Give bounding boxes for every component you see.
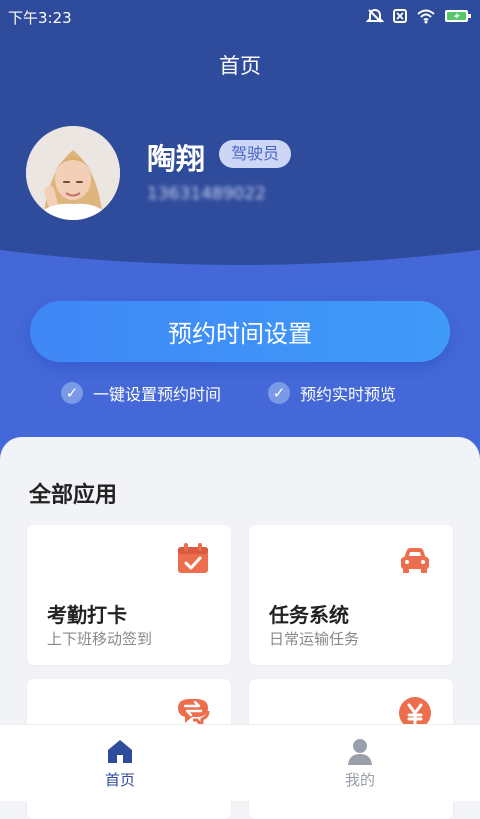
feature-real-time-preview: ✓ 预约实时预览 bbox=[268, 381, 396, 405]
feature-real-time-preview-label: 预约实时预览 bbox=[300, 385, 397, 404]
task-system-card[interactable]: 任务系统 日常运输任务 bbox=[249, 525, 453, 665]
car-icon bbox=[401, 548, 429, 573]
profile-name: 陶翔 bbox=[147, 142, 206, 176]
calendar-check-icon bbox=[178, 543, 208, 573]
check-icon: ✓ bbox=[268, 382, 290, 404]
phone-number: 13631489022 bbox=[147, 184, 266, 204]
nav-home-label: 首页 bbox=[104, 771, 135, 789]
person-icon bbox=[348, 739, 372, 765]
check-icon: ✓ bbox=[61, 382, 83, 404]
bottom-navigation: 首页 我的 bbox=[0, 724, 480, 801]
role-badge: 驾驶员 bbox=[219, 140, 292, 168]
task-system-card-subtitle: 日常运输任务 bbox=[269, 630, 360, 648]
profile-photo bbox=[26, 126, 120, 220]
battery-icon bbox=[445, 10, 471, 22]
attendance-card[interactable]: 考勤打卡 上下班移动签到 bbox=[27, 525, 231, 665]
home-icon bbox=[108, 740, 132, 763]
nav-home[interactable]: 首页 bbox=[0, 725, 240, 801]
feature-one-click-setting: ✓ 一键设置预约时间 bbox=[61, 381, 221, 405]
attendance-card-title: 考勤打卡 bbox=[47, 603, 127, 627]
nav-profile[interactable]: 我的 bbox=[240, 725, 480, 801]
attendance-card-subtitle: 上下班移动签到 bbox=[47, 630, 153, 648]
feature-one-click-setting-label: 一键设置预约时间 bbox=[93, 385, 222, 404]
page-title: 首页 bbox=[219, 54, 261, 78]
status-icons bbox=[366, 7, 472, 25]
mute-icon bbox=[366, 9, 384, 23]
wifi-icon bbox=[417, 9, 435, 24]
status-time: 下午3:23 bbox=[8, 9, 72, 27]
sim-icon bbox=[393, 9, 407, 23]
task-system-card-title: 任务系统 bbox=[269, 603, 349, 627]
appointment-time-settings-button[interactable]: 预约时间设置 bbox=[30, 301, 450, 362]
all-apps-title: 全部应用 bbox=[29, 483, 118, 508]
nav-profile-label: 我的 bbox=[344, 771, 375, 789]
status-bar: 下午3:23 bbox=[0, 0, 480, 32]
avatar[interactable] bbox=[26, 126, 120, 220]
